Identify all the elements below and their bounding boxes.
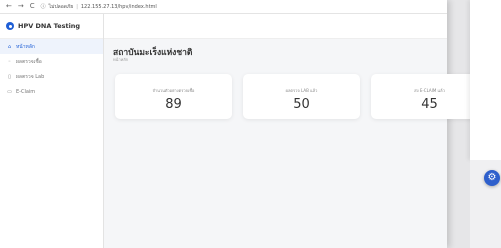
forward-icon[interactable]: → xyxy=(18,3,24,10)
browser-window: ← → C ⓘ ไม่ปลอดภัย | 122.155.27.13/hpv/i… xyxy=(0,0,488,248)
stat-card-value: 50 xyxy=(293,97,310,112)
stat-card-label: จำนวนตัวอย่างตรวจเชื้อ xyxy=(152,88,195,93)
logo-icon xyxy=(6,22,14,30)
top-bar xyxy=(104,14,447,39)
brand[interactable]: HPV DNA Testing xyxy=(0,14,103,39)
stat-card-lab: ผลตรวจ LAB แล้ว 50 xyxy=(243,74,360,119)
sidebar-item-label: หน้าหลัก xyxy=(16,43,35,50)
sidebar-item-label: ผลตรวจเชื้อ xyxy=(16,58,42,65)
stat-card-label: ผลตรวจ LAB แล้ว xyxy=(285,88,318,93)
side-panel xyxy=(470,0,501,160)
reload-icon[interactable]: C xyxy=(30,3,35,10)
sidebar-item-home[interactable]: ⌂ หน้าหลัก xyxy=(0,39,103,54)
address-bar: ← → C ⓘ ไม่ปลอดภัย | 122.155.27.13/hpv/i… xyxy=(0,0,447,14)
sidebar-item-test-results[interactable]: ◦ ผลตรวจเชื้อ xyxy=(0,54,103,69)
sidebar-item-label: E-Claim xyxy=(16,88,36,95)
card-icon: ▭ xyxy=(7,88,12,95)
settings-button[interactable]: ⚙ xyxy=(484,170,500,186)
sidebar-item-label: ผลตรวจ Lab xyxy=(16,73,45,80)
stat-card-value: 89 xyxy=(165,97,182,112)
gear-icon: ⚙ xyxy=(487,172,497,183)
security-label: ไม่ปลอดภัย xyxy=(48,3,74,10)
sidebar: HPV DNA Testing ⌂ หน้าหลัก ◦ ผลตรวจเชื้อ… xyxy=(0,14,104,248)
url-separator: | xyxy=(76,3,78,10)
sidebar-item-lab-results[interactable]: ▯ ผลตรวจ Lab xyxy=(0,69,103,84)
sidebar-item-eclaim[interactable]: ▭ E-Claim xyxy=(0,84,103,99)
stat-card-samples: จำนวนตัวอย่างตรวจเชื้อ 89 xyxy=(115,74,232,119)
breadcrumb: หน้าหลัก xyxy=(113,57,129,62)
flask-icon: ◦ xyxy=(8,58,11,65)
document-icon: ▯ xyxy=(8,73,11,80)
url-text[interactable]: 122.155.27.13/hpv/index.html xyxy=(81,4,157,10)
back-icon[interactable]: ← xyxy=(6,3,12,10)
info-icon[interactable]: ⓘ xyxy=(41,3,46,10)
home-icon: ⌂ xyxy=(7,43,12,50)
url-field[interactable]: ⓘ ไม่ปลอดภัย | 122.155.27.13/hpv/index.h… xyxy=(41,3,157,11)
brand-name: HPV DNA Testing xyxy=(18,22,81,30)
